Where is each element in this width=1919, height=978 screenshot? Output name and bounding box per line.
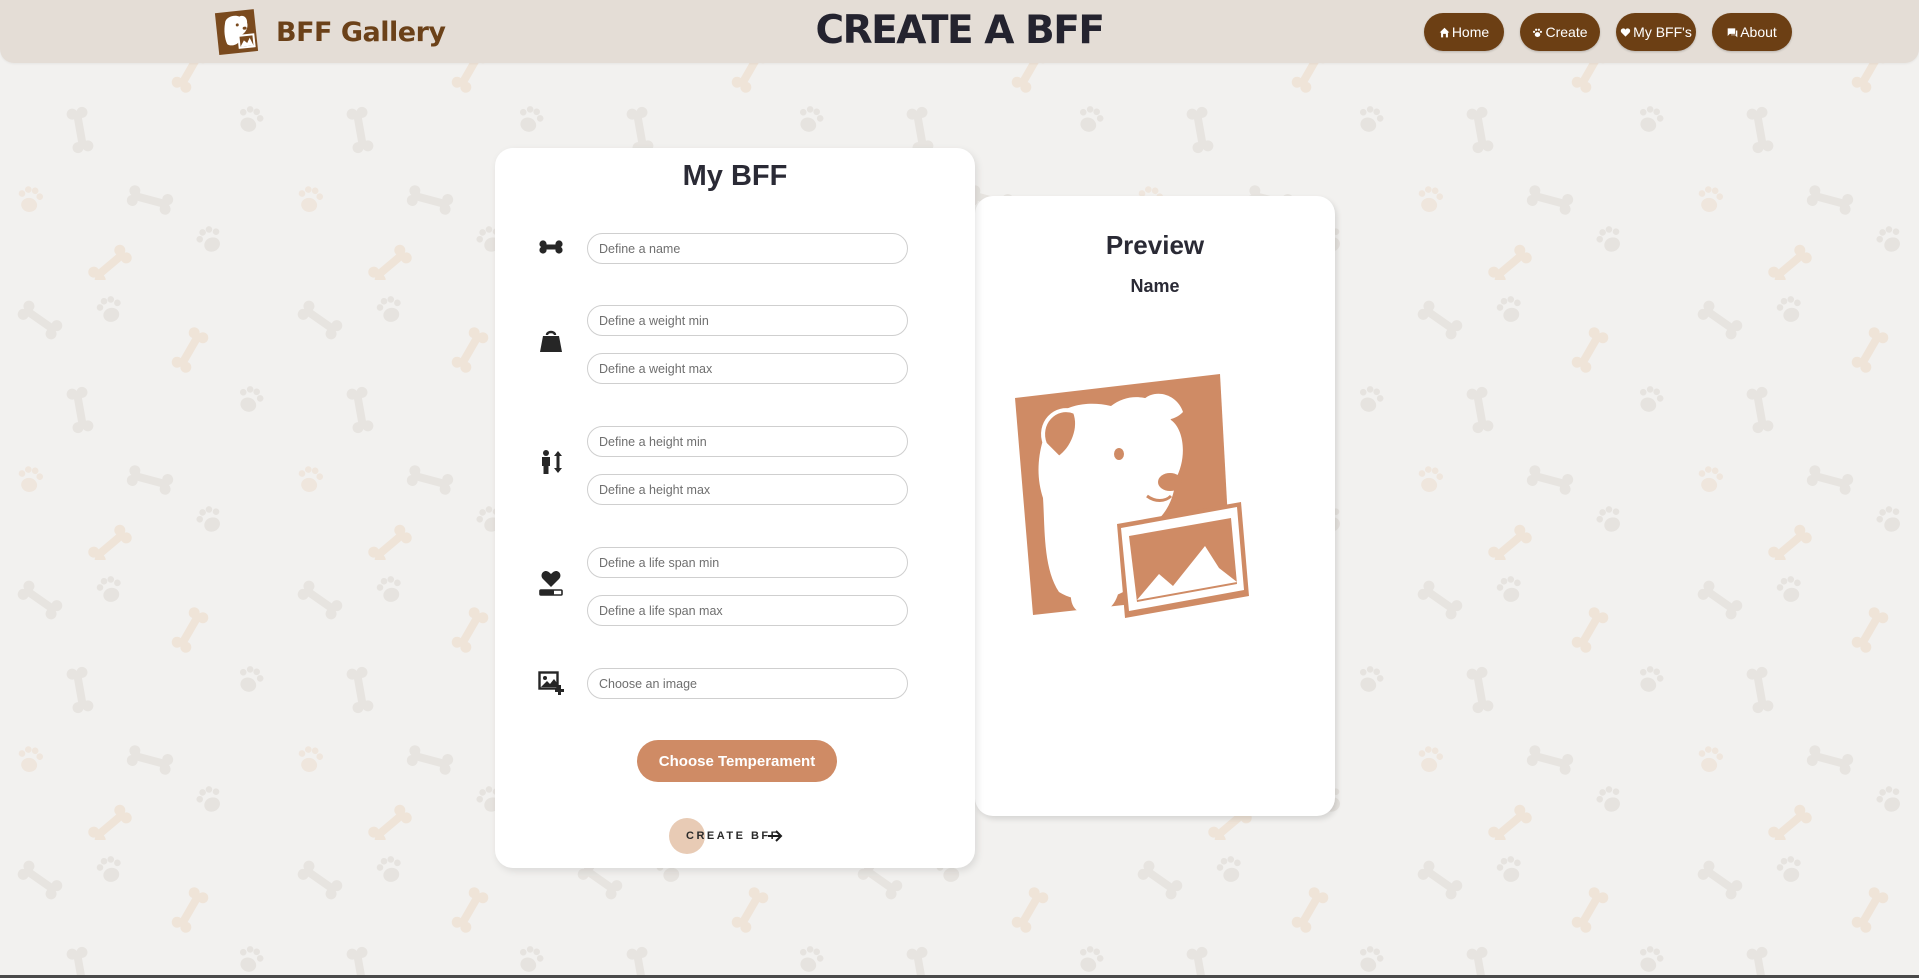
create-bff-button[interactable]: CREATE BFF [667, 818, 807, 854]
heart-icon [1620, 27, 1631, 37]
arrow-right-icon [768, 830, 783, 842]
nav-home-button[interactable]: Home [1424, 13, 1504, 51]
bone-icon [538, 234, 564, 260]
home-icon [1439, 27, 1450, 37]
choose-temperament-button[interactable]: Choose Temperament [637, 740, 837, 782]
preview-name: Name [1130, 276, 1180, 296]
weight-min-input[interactable] [587, 305, 908, 336]
weight-icon [538, 328, 564, 354]
life-span-max-input[interactable] [587, 595, 908, 626]
top-navbar: BFF Gallery CREATE A BFF Home Create My … [0, 0, 1919, 63]
image-input[interactable] [587, 668, 908, 699]
height-icon [538, 449, 564, 475]
preview-card: Preview Name [975, 196, 1335, 816]
nav-mybffs-label: My BFF's [1633, 24, 1692, 40]
nav-create-button[interactable]: Create [1520, 13, 1600, 51]
add-image-icon [538, 670, 564, 696]
weight-max-input[interactable] [587, 353, 908, 384]
chat-icon [1727, 27, 1738, 37]
heart-bar-icon [538, 570, 564, 596]
dog-logo-image [1015, 374, 1249, 618]
form-title: My BFF [682, 160, 788, 192]
height-min-input[interactable] [587, 426, 908, 457]
name-input[interactable] [587, 233, 908, 264]
paw-icon [1533, 28, 1543, 37]
nav-about-label: About [1740, 24, 1777, 40]
nav-about-button[interactable]: About [1712, 13, 1792, 51]
nav-home-label: Home [1451, 24, 1490, 40]
life-span-min-input[interactable] [587, 547, 908, 578]
nav-create-label: Create [1545, 24, 1588, 40]
nav-mybffs-button[interactable]: My BFF's [1616, 13, 1696, 51]
create-bff-label: CREATE BFF [686, 830, 780, 842]
main-nav: Home Create My BFF's About [0, 13, 1919, 51]
bff-form-card: My BFF Choose Temperament CREATE BFF [495, 148, 975, 868]
height-max-input[interactable] [587, 474, 908, 505]
preview-title: Preview [1105, 230, 1205, 260]
